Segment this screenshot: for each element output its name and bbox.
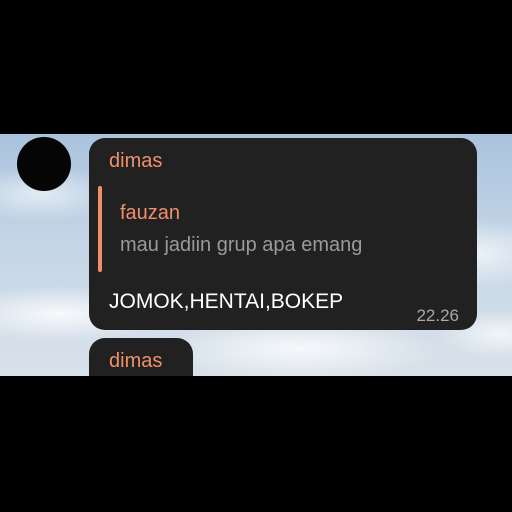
reply-bar [98, 186, 102, 272]
message-time: 22.26 [416, 306, 459, 325]
message-bubble[interactable]: dimas fauzan mau jadiin grup apa emang J… [89, 138, 477, 330]
reply-sender-name: fauzan [120, 202, 181, 224]
sender-name-2[interactable]: dimas [109, 350, 162, 373]
avatar[interactable] [17, 137, 71, 191]
chat-area: dimas fauzan mau jadiin grup apa emang J… [0, 134, 512, 376]
message-bubble-2[interactable]: dimas [89, 338, 193, 376]
reply-preview[interactable]: fauzan mau jadiin grup apa emang [98, 186, 438, 272]
message-text: JOMOK,HENTAI,BOKEP [109, 290, 344, 313]
sender-name[interactable]: dimas [109, 150, 162, 173]
reply-text: mau jadiin grup apa emang [120, 234, 363, 256]
